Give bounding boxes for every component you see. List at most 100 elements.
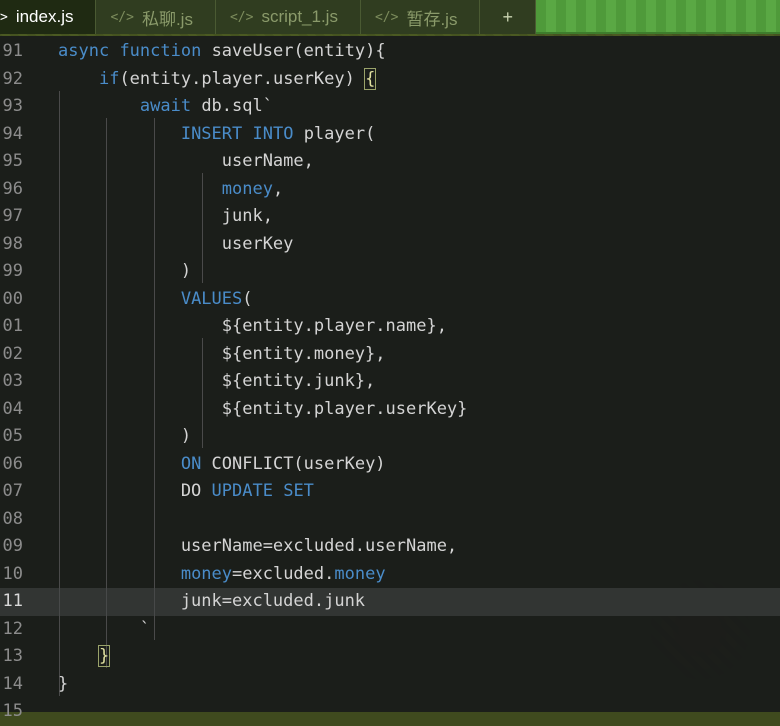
code-line[interactable]: 96 money, xyxy=(0,176,780,204)
line-number: 91 xyxy=(2,41,23,61)
code-line[interactable]: 04 ${entity.player.userKey} xyxy=(0,396,780,424)
keyword-token: VALUES xyxy=(180,288,243,309)
code-text: ${entity.player.userKey} xyxy=(58,396,468,424)
code-editor[interactable]: 91 async function saveUser(entity){92 if(… xyxy=(0,36,780,721)
line-number: 14 xyxy=(2,673,23,694)
code-text: DO UPDATE SET xyxy=(58,478,314,506)
code-text: if(entity.player.userKey) { xyxy=(58,66,377,94)
code-icon: </> xyxy=(110,9,134,25)
code-line[interactable]: 95 userName, xyxy=(0,148,780,176)
text-token: CONFLICT(userKey) xyxy=(201,453,386,474)
code-line[interactable]: 94 INSERT INTO player( xyxy=(0,121,780,149)
tab-temp-js[interactable]: </> 暂存.js xyxy=(360,0,481,34)
text-token: userKey xyxy=(58,233,294,254)
line-number: 10 xyxy=(2,563,23,584)
code-text: async function saveUser(entity){ xyxy=(58,38,386,66)
text-token: player( xyxy=(293,123,376,144)
tab-script-1-js[interactable]: </> script_1.js xyxy=(215,0,361,34)
code-line[interactable]: 00 VALUES( xyxy=(0,286,780,314)
text-token: , xyxy=(272,178,284,199)
line-number: 01 xyxy=(2,316,23,336)
code-text: userKey xyxy=(58,231,294,259)
keyword-token: INTO xyxy=(252,123,294,144)
code-line[interactable]: 12 ` xyxy=(0,616,780,644)
code-line[interactable]: 01 ${entity.player.name}, xyxy=(0,313,780,341)
code-line[interactable]: 10 money=excluded.money xyxy=(0,561,780,589)
line-number: 04 xyxy=(2,398,23,419)
text-token: junk=excluded.junk xyxy=(58,591,366,611)
code-line[interactable]: 05 ) xyxy=(0,423,780,451)
code-text: await db.sql` xyxy=(58,93,273,121)
text-token: db.sql` xyxy=(191,96,273,116)
line-number: 96 xyxy=(2,178,23,199)
line-number: 11 xyxy=(2,591,23,611)
code-text: ON CONFLICT(userKey) xyxy=(58,451,386,479)
code-text: ) xyxy=(58,423,191,451)
code-text: money, xyxy=(58,176,283,204)
text-token: ) xyxy=(58,261,192,281)
code-line[interactable]: 97 junk, xyxy=(0,203,780,231)
keyword-token: UPDATE xyxy=(211,481,273,501)
keyword-token: function xyxy=(119,41,202,61)
matched-bracket: } xyxy=(97,645,111,667)
line-number: 05 xyxy=(2,426,23,446)
line-number: 06 xyxy=(2,453,23,474)
text-token: ${entity.junk}, xyxy=(58,371,376,391)
line-number: 07 xyxy=(2,481,23,501)
code-text: junk=excluded.junk xyxy=(58,588,365,616)
code-line[interactable]: 91 async function saveUser(entity){ xyxy=(0,38,780,66)
code-text: } xyxy=(58,671,68,699)
line-number: 08 xyxy=(2,508,23,529)
keyword-token: SET xyxy=(283,481,314,501)
tab-index-js[interactable]: > index.js xyxy=(0,0,97,34)
code-line[interactable]: 11 junk=excluded.junk xyxy=(0,588,780,616)
code-line[interactable]: 08 xyxy=(0,506,780,534)
code-text: } xyxy=(58,643,111,671)
keyword-token: await xyxy=(139,96,192,116)
tab-label: 暂存.js xyxy=(406,9,458,29)
add-tab-button[interactable]: + xyxy=(480,0,536,34)
code-line[interactable]: 09 userName=excluded.userName, xyxy=(0,533,780,561)
code-line[interactable]: 13 } xyxy=(0,643,780,671)
text-token: ( xyxy=(242,288,253,309)
code-text: INSERT INTO player( xyxy=(58,121,376,149)
code-text: ${entity.junk}, xyxy=(58,368,376,396)
code-line[interactable]: 03 ${entity.junk}, xyxy=(0,368,780,396)
code-line[interactable]: 07 DO UPDATE SET xyxy=(0,478,780,506)
code-text: junk, xyxy=(58,203,273,231)
keyword-token: money xyxy=(221,178,273,199)
line-number: 92 xyxy=(2,68,23,89)
code-line[interactable]: 14} xyxy=(0,671,780,699)
code-text: ${entity.player.name}, xyxy=(58,313,447,341)
text-token: junk, xyxy=(58,206,273,226)
code-line[interactable]: 92 if(entity.player.userKey) { xyxy=(0,66,780,94)
line-number: 98 xyxy=(2,233,23,254)
code-line[interactable]: 98 userKey xyxy=(0,231,780,259)
line-number: 94 xyxy=(2,123,23,144)
keyword-token: money xyxy=(334,563,386,584)
line-number: 93 xyxy=(2,96,23,116)
keyword-token: INSERT xyxy=(180,123,243,144)
text-token: ${entity.player.userKey} xyxy=(58,398,468,419)
tab-label: index.js xyxy=(15,7,74,26)
code-line[interactable]: 93 await db.sql` xyxy=(0,93,780,121)
tab-private-chat-js[interactable]: </> 私聊.js xyxy=(96,0,216,34)
code-line[interactable]: 02 ${entity.money}, xyxy=(0,341,780,369)
text-token: userName, xyxy=(58,151,314,171)
line-number: 00 xyxy=(2,288,23,309)
text-token: } xyxy=(58,673,69,694)
text-token: saveUser(entity){ xyxy=(201,41,386,61)
text-token: ` xyxy=(58,618,151,639)
code-line[interactable]: 99 ) xyxy=(0,258,780,286)
line-number: 95 xyxy=(2,151,23,171)
code-line[interactable]: 06 ON CONFLICT(userKey) xyxy=(0,451,780,479)
code-text: money=excluded.money xyxy=(58,561,386,589)
